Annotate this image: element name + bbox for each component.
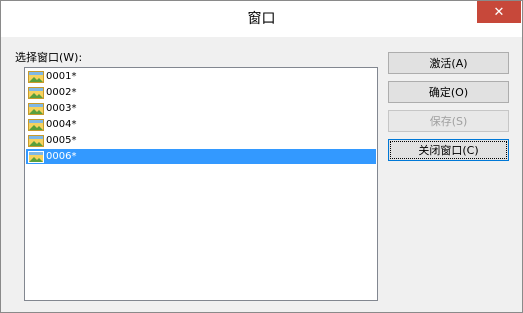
image-window-icon — [28, 150, 44, 163]
window-title: 窗口 — [247, 11, 276, 27]
list-item[interactable]: 0005* — [26, 133, 376, 148]
ok-button[interactable]: 确定(O) — [388, 81, 509, 103]
list-item-label: 0004* — [46, 119, 77, 130]
close-icon: ✕ — [493, 4, 505, 20]
image-window-icon — [28, 102, 44, 115]
list-item[interactable]: 0003* — [26, 101, 376, 116]
list-item-label: 0003* — [46, 103, 77, 114]
image-window-icon — [28, 86, 44, 99]
window-listbox[interactable]: 0001* 0002* 0003* 0004* 0005* 0006* — [24, 67, 378, 301]
list-item-label: 0001* — [46, 71, 77, 82]
activate-button[interactable]: 激活(A) — [388, 52, 509, 74]
title-bar: 窗口 ✕ — [1, 1, 522, 37]
list-item[interactable]: 0001* — [26, 69, 376, 84]
image-window-icon — [28, 118, 44, 131]
list-item-label: 0006* — [46, 151, 77, 162]
image-window-icon — [28, 70, 44, 83]
close-window-button[interactable]: 关闭窗口(C) — [388, 139, 509, 161]
select-window-label: 选择窗口(W): — [15, 51, 83, 64]
list-item-selected[interactable]: 0006* — [26, 149, 376, 164]
list-item[interactable]: 0004* — [26, 117, 376, 132]
image-window-icon — [28, 134, 44, 147]
save-button[interactable]: 保存(S) — [388, 110, 509, 132]
window-dialog: 窗口 ✕ 选择窗口(W): 0001* 0002* 0003* 0004* 00… — [0, 0, 523, 313]
close-button[interactable]: ✕ — [477, 1, 521, 23]
list-item-label: 0005* — [46, 135, 77, 146]
list-item-label: 0002* — [46, 87, 77, 98]
list-item[interactable]: 0002* — [26, 85, 376, 100]
